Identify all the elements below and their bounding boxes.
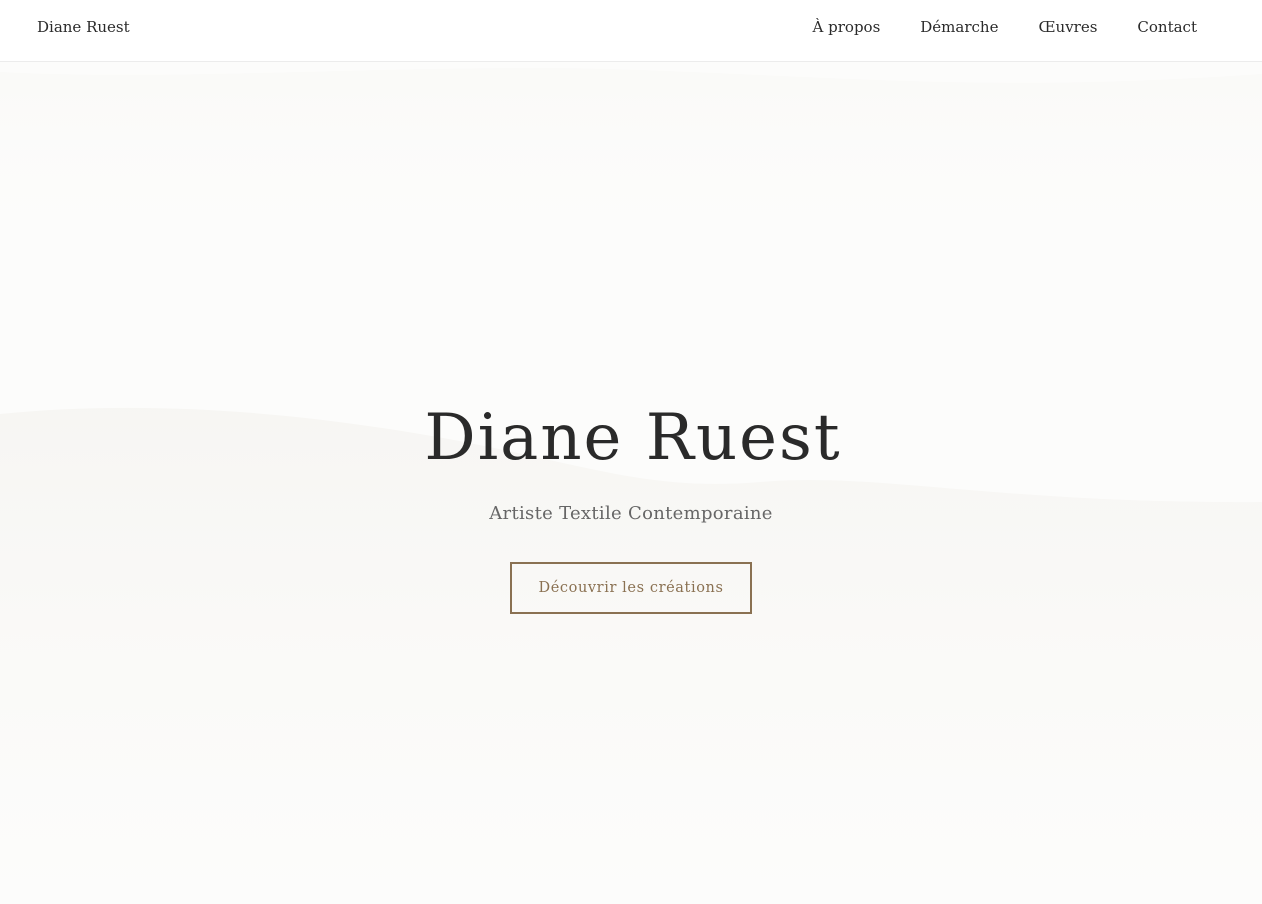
hero-subtitle: Artiste Textile Contemporaine [489,503,773,524]
hero-title: Diane Ruest [424,401,842,475]
main-nav: À propos Démarche Œuvres Contact [813,18,1197,36]
nav-link-demarche[interactable]: Démarche [920,18,998,36]
discover-creations-button[interactable]: Découvrir les créations [510,562,752,614]
nav-link-a-propos[interactable]: À propos [813,18,881,36]
nav-link-contact[interactable]: Contact [1137,18,1197,36]
site-logo-link[interactable]: Diane Ruest [37,18,130,36]
nav-link-oeuvres[interactable]: Œuvres [1038,18,1097,36]
site-header: Diane Ruest À propos Démarche Œuvres Con… [0,0,1262,62]
hero-section: Diane Ruest Artiste Textile Contemporain… [0,62,1262,904]
hero-content: Diane Ruest Artiste Textile Contemporain… [0,400,1262,614]
